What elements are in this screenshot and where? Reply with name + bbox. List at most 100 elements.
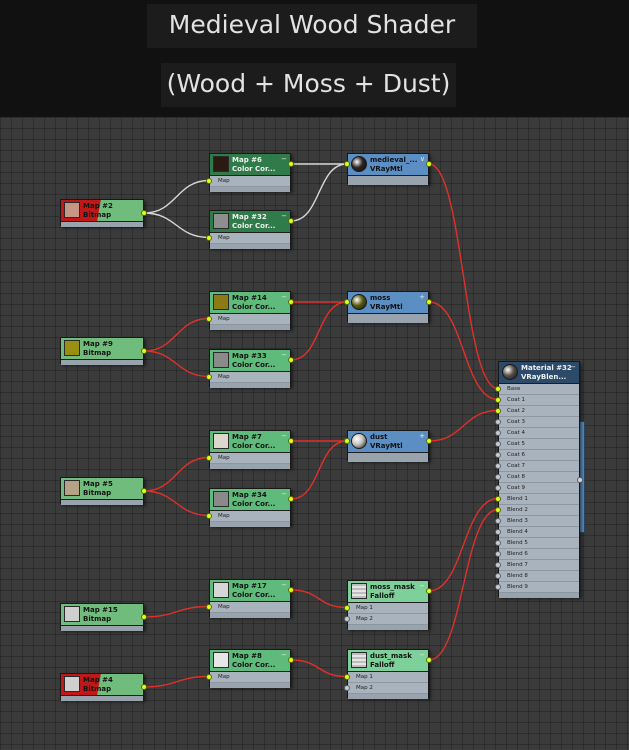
node-header[interactable]: Map #33 Color Cor... −: [210, 350, 290, 372]
node-header[interactable]: Map #5 Bitmap: [61, 478, 143, 500]
node-header[interactable]: moss_mask Falloff −: [348, 581, 428, 603]
input-port[interactable]: [344, 615, 350, 622]
input-port[interactable]: [495, 418, 501, 425]
node-header[interactable]: Map #6 Color Cor... −: [210, 154, 290, 176]
input-port[interactable]: [495, 583, 501, 590]
output-port[interactable]: [141, 348, 147, 354]
input-port[interactable]: [206, 603, 212, 610]
input-port[interactable]: [495, 473, 501, 480]
input-port[interactable]: [495, 407, 501, 414]
node-header[interactable]: dust VRayMtl +: [348, 431, 428, 453]
input-port[interactable]: [495, 528, 501, 535]
node-falloff-moss[interactable]: moss_mask Falloff − Map 1 Map 2: [347, 580, 429, 630]
node-header[interactable]: moss VRayMtl +: [348, 292, 428, 314]
node-header[interactable]: Material #32 VRayBlen... −: [499, 362, 579, 384]
node-header[interactable]: Map #2 Bitmap: [61, 200, 143, 222]
node-header[interactable]: Map #8 Color Cor... −: [210, 650, 290, 672]
node-bitmap-map2[interactable]: Map #2 Bitmap: [60, 199, 144, 227]
input-port[interactable]: [495, 572, 501, 579]
collapse-icon[interactable]: ∨: [420, 155, 425, 163]
node-header[interactable]: medieval_... VRayMtl ∨: [348, 154, 428, 176]
node-vray-moss[interactable]: moss VRayMtl +: [347, 291, 429, 323]
output-port[interactable]: [141, 684, 147, 690]
collapse-icon[interactable]: −: [281, 432, 287, 440]
input-port[interactable]: [495, 440, 501, 447]
input-port[interactable]: [344, 438, 350, 444]
node-cc-map7[interactable]: Map #7 Color Cor... − Map: [209, 430, 291, 469]
input-port[interactable]: [344, 161, 350, 167]
node-header[interactable]: Map #9 Bitmap: [61, 338, 143, 360]
output-port[interactable]: [288, 496, 294, 502]
node-header[interactable]: Map #14 Color Cor... −: [210, 292, 290, 314]
output-port[interactable]: [141, 488, 147, 494]
output-port[interactable]: [426, 657, 432, 663]
node-cc-map33[interactable]: Map #33 Color Cor... − Map: [209, 349, 291, 388]
input-port[interactable]: [495, 451, 501, 458]
node-bitmap-map4[interactable]: Map #4 Bitmap: [60, 673, 144, 701]
output-port[interactable]: [426, 438, 432, 444]
output-port[interactable]: [426, 588, 432, 594]
node-bitmap-map15[interactable]: Map #15 Bitmap: [60, 603, 144, 631]
output-port[interactable]: [288, 161, 294, 167]
output-port[interactable]: [141, 210, 147, 216]
output-port[interactable]: [288, 299, 294, 305]
input-port[interactable]: [495, 495, 501, 502]
collapse-icon[interactable]: −: [419, 582, 425, 590]
node-header[interactable]: Map #17 Color Cor... −: [210, 580, 290, 602]
node-vray-medieval[interactable]: medieval_... VRayMtl ∨: [347, 153, 429, 185]
node-vray-dust[interactable]: dust VRayMtl +: [347, 430, 429, 462]
input-port[interactable]: [206, 234, 212, 241]
output-port[interactable]: [426, 161, 432, 167]
node-header[interactable]: Map #34 Color Cor... −: [210, 489, 290, 511]
input-port[interactable]: [206, 512, 212, 519]
input-port[interactable]: [344, 604, 350, 611]
node-blend-material[interactable]: Material #32 VRayBlen... − Base Coat 1 Coat 2…: [498, 361, 580, 598]
output-port[interactable]: [577, 477, 583, 483]
output-port[interactable]: [288, 438, 294, 444]
node-cc-map14[interactable]: Map #14 Color Cor... − Map: [209, 291, 291, 330]
collapse-icon[interactable]: −: [281, 155, 287, 163]
input-port[interactable]: [344, 684, 350, 691]
input-port[interactable]: [495, 517, 501, 524]
expand-icon[interactable]: +: [419, 432, 425, 440]
node-bitmap-map5[interactable]: Map #5 Bitmap: [60, 477, 144, 505]
node-cc-map8[interactable]: Map #8 Color Cor... − Map: [209, 649, 291, 688]
input-port[interactable]: [495, 539, 501, 546]
output-port[interactable]: [426, 299, 432, 305]
node-header[interactable]: Map #7 Color Cor... −: [210, 431, 290, 453]
input-port[interactable]: [495, 385, 501, 392]
node-falloff-dust[interactable]: dust_mask Falloff − Map 1 Map 2: [347, 649, 429, 699]
input-port[interactable]: [495, 429, 501, 436]
collapse-icon[interactable]: −: [281, 581, 287, 589]
node-cc-map32[interactable]: Map #32 Color Cor... − Map: [209, 210, 291, 249]
collapse-icon[interactable]: −: [281, 293, 287, 301]
input-port[interactable]: [495, 506, 501, 513]
collapse-icon[interactable]: −: [281, 351, 287, 359]
input-port[interactable]: [495, 396, 501, 403]
output-port[interactable]: [288, 218, 294, 224]
expand-icon[interactable]: +: [419, 293, 425, 301]
node-header[interactable]: Map #15 Bitmap: [61, 604, 143, 626]
node-cc-map6[interactable]: Map #6 Color Cor... − Map: [209, 153, 291, 192]
collapse-icon[interactable]: −: [281, 651, 287, 659]
input-port[interactable]: [206, 673, 212, 680]
node-cc-map17[interactable]: Map #17 Color Cor... − Map: [209, 579, 291, 618]
output-port[interactable]: [288, 657, 294, 663]
input-port[interactable]: [495, 484, 501, 491]
collapse-icon[interactable]: −: [281, 490, 287, 498]
node-cc-map34[interactable]: Map #34 Color Cor... − Map: [209, 488, 291, 527]
collapse-icon[interactable]: −: [419, 651, 425, 659]
collapse-icon[interactable]: −: [281, 212, 287, 220]
collapse-icon[interactable]: −: [570, 363, 576, 371]
input-port[interactable]: [344, 673, 350, 680]
input-port[interactable]: [495, 462, 501, 469]
input-port[interactable]: [206, 315, 212, 322]
input-port[interactable]: [495, 561, 501, 568]
input-port[interactable]: [206, 454, 212, 461]
node-header[interactable]: Map #4 Bitmap: [61, 674, 143, 696]
input-port[interactable]: [206, 177, 212, 184]
node-header[interactable]: dust_mask Falloff −: [348, 650, 428, 672]
input-port[interactable]: [206, 373, 212, 380]
output-port[interactable]: [288, 357, 294, 363]
output-port[interactable]: [288, 587, 294, 593]
